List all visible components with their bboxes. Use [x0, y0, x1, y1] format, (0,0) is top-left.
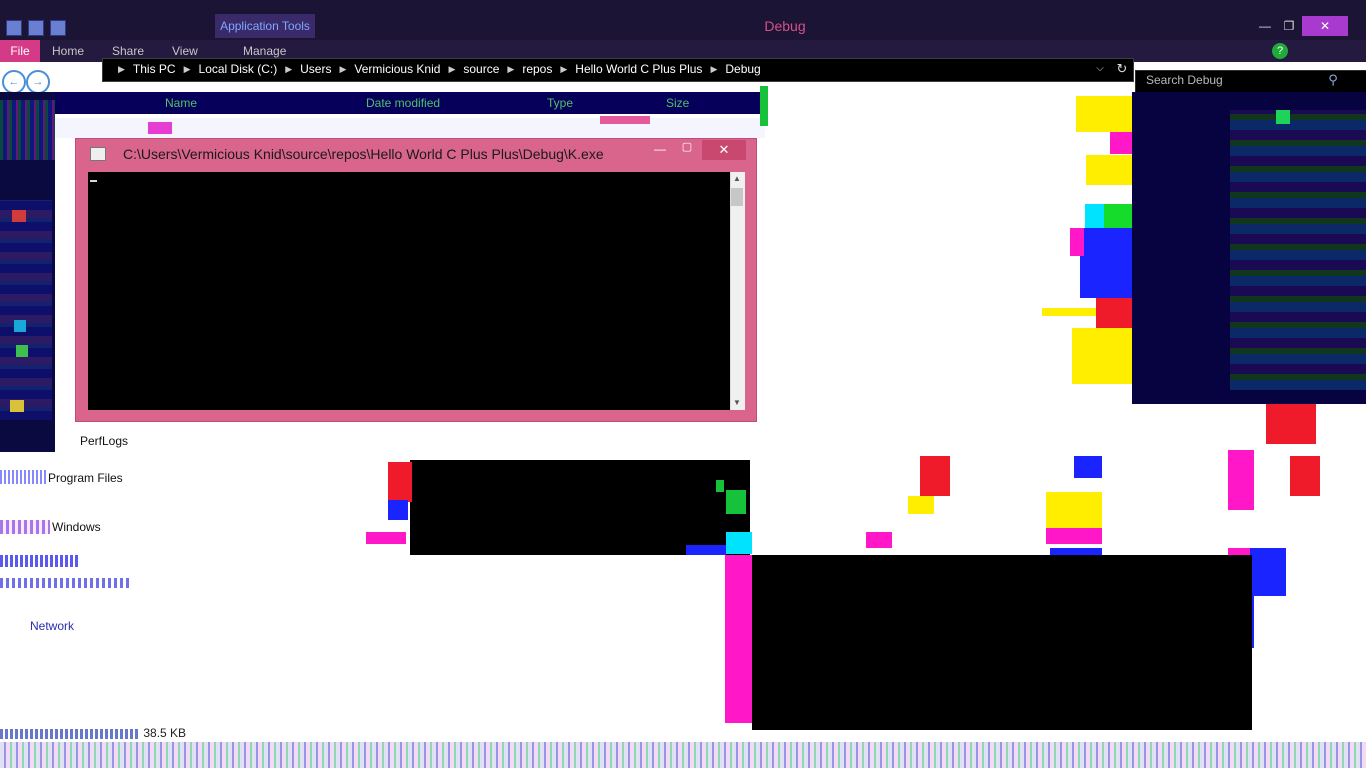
column-size[interactable]: Size [666, 96, 689, 110]
breadcrumb-project[interactable]: Hello World C Plus Plus [575, 62, 702, 76]
nav-item-perflogs[interactable]: PerfLogs [80, 434, 128, 448]
breadcrumb-users[interactable]: Users [300, 62, 331, 76]
text-cursor [90, 180, 97, 182]
maximize-button[interactable]: ❐ [1276, 18, 1302, 34]
breadcrumb-debug[interactable]: Debug [725, 62, 760, 76]
nav-item-program-files[interactable]: Program Files [48, 471, 123, 485]
console-minimize-button[interactable]: — [650, 142, 670, 158]
forward-arrow-icon[interactable]: → [26, 70, 50, 94]
search-icon[interactable]: ⚲ [1324, 72, 1342, 90]
search-placeholder: Search Debug [1146, 73, 1223, 87]
glitch-block [410, 460, 750, 555]
tab-file[interactable]: File [0, 40, 40, 62]
nav-item-windows[interactable]: Windows [52, 520, 101, 534]
console-app-icon [90, 147, 106, 161]
refresh-icon[interactable]: ↻ [1112, 58, 1132, 80]
properties-icon[interactable] [6, 20, 22, 36]
breadcrumb-this-pc[interactable]: This PC [133, 62, 176, 76]
column-type[interactable]: Type [547, 96, 573, 110]
quick-access-toolbar [6, 18, 66, 38]
breadcrumb-repos[interactable]: repos [522, 62, 552, 76]
status-bar: 38.5 KB [0, 726, 725, 742]
chevron-right-icon[interactable]: ▶ [560, 64, 567, 75]
chevron-right-icon[interactable]: ▶ [184, 64, 191, 75]
breadcrumb-local-disk[interactable]: Local Disk (C:) [199, 62, 278, 76]
tab-home[interactable]: Home [52, 44, 84, 58]
console-output[interactable] [88, 172, 730, 410]
window-title: Debug [764, 18, 806, 34]
tab-share[interactable]: Share [112, 44, 144, 58]
scroll-thumb[interactable] [731, 188, 743, 206]
chevron-right-icon[interactable]: ▶ [448, 64, 455, 75]
scroll-up-icon[interactable]: ▲ [730, 172, 744, 186]
console-maximize-button[interactable]: ▢ [677, 140, 697, 156]
new-folder-icon[interactable] [28, 20, 44, 36]
console-scrollbar[interactable] [730, 172, 745, 410]
column-name[interactable]: Name [165, 96, 197, 110]
scroll-down-icon[interactable]: ▼ [730, 396, 744, 410]
chevron-right-icon[interactable]: ▶ [285, 64, 292, 75]
help-icon[interactable]: ? [1272, 43, 1288, 59]
chevron-right-icon: ▶ [118, 63, 125, 74]
breadcrumb-source[interactable]: source [463, 62, 499, 76]
column-date-modified[interactable]: Date modified [366, 96, 440, 110]
chevron-right-icon[interactable]: ▶ [339, 64, 346, 75]
tab-manage[interactable]: Manage [243, 44, 286, 58]
nav-item-network[interactable]: Network [30, 619, 74, 633]
application-tools-tab[interactable]: Application Tools [215, 14, 315, 38]
console-close-button[interactable]: ✕ [702, 140, 746, 160]
chevron-right-icon[interactable]: ▶ [507, 64, 514, 75]
breadcrumb-user[interactable]: Vermicious Knid [354, 62, 440, 76]
back-arrow-icon[interactable]: ← [2, 70, 26, 94]
close-button[interactable]: ✕ [1302, 16, 1348, 36]
status-selected-size: 38.5 KB [143, 726, 187, 740]
title-bar [0, 0, 1366, 40]
minimize-button[interactable]: — [1252, 18, 1278, 34]
chevron-right-icon[interactable]: ▶ [710, 64, 717, 75]
breadcrumb: ▶ This PC ▶ Local Disk (C:) ▶ Users ▶ Ve… [110, 58, 761, 80]
tab-view[interactable]: View [172, 44, 198, 58]
console-title: C:\Users\Vermicious Knid\source\repos\He… [123, 146, 604, 162]
customize-toolbar-icon[interactable] [50, 20, 66, 36]
glitch-block [752, 555, 1252, 730]
chevron-down-icon[interactable]: ⌵ [1092, 60, 1108, 78]
